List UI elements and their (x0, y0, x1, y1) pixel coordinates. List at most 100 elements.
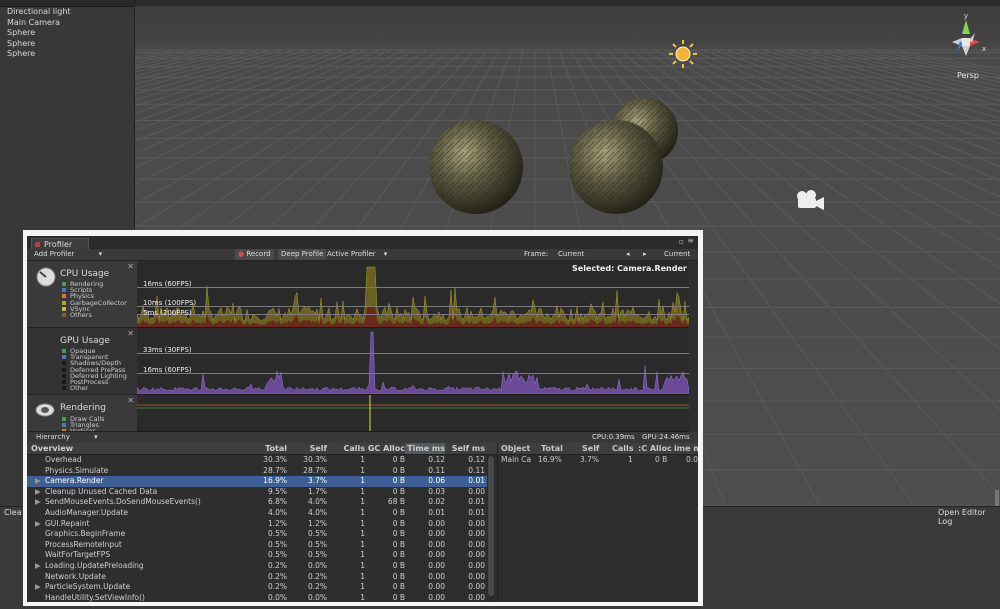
rendering-chart[interactable] (137, 395, 689, 432)
scene-gizmo[interactable]: y x (952, 12, 986, 56)
hierarchy-item[interactable]: Sphere (0, 28, 134, 39)
table-row[interactable]: HandleUtility.SetViewInfo() 0.0% 0.0% 1 0 B 0… (27, 593, 487, 602)
table-row[interactable]: ▶ Camera.Render 16.9% 3.7% 1 0 B 0.06 0.01 (27, 476, 487, 487)
persp-label[interactable]: Persp (957, 71, 979, 80)
row-calls: 1 (360, 508, 365, 517)
col-header-time-ms[interactable]: Time ms (405, 443, 445, 454)
col-header-calls[interactable]: Calls (337, 443, 365, 454)
expand-arrow-icon[interactable]: ▶ (35, 519, 41, 530)
row-time-ms: 0.12 (428, 455, 445, 464)
legend-swatch (62, 300, 66, 305)
cpu-time-readout: CPU:0.39ms (592, 433, 635, 441)
gizmo-axis-y: y (964, 12, 968, 20)
row-total: 9.5% (267, 486, 287, 496)
active-profiler-dropdown[interactable]: Active Profiler ▾ (324, 249, 390, 260)
object-row[interactable]: Main Ca 16.9% 3.7% 1 0 B 0.0 (498, 455, 698, 466)
expand-arrow-icon[interactable]: ▶ (35, 561, 41, 572)
row-gc-alloc: 0 B (392, 582, 405, 592)
table-row[interactable]: AudioManager.Update 4.0% 4.0% 1 0 B 0.01 0.01 (27, 508, 487, 519)
open-editor-log-button[interactable]: Open Editor Log (938, 508, 1000, 526)
close-icon[interactable]: ✕ (127, 262, 134, 271)
rendering-graph (137, 395, 689, 431)
legend-item[interactable]: Others (62, 312, 92, 318)
row-total: 6.8% (267, 497, 287, 507)
table-row[interactable]: WaitForTargetFPS 0.5% 0.5% 1 0 B 0.00 0.00 (27, 550, 487, 561)
prev-frame-button[interactable]: ◂ (623, 249, 633, 260)
col-header-calls[interactable]: Calls (612, 443, 634, 454)
col-header-self[interactable]: Self (297, 443, 327, 454)
expand-arrow-icon[interactable]: ▶ (35, 476, 41, 487)
row-name: WaitForTargetFPS (45, 550, 111, 560)
row-total: 0.0% (267, 592, 287, 602)
cpu-ref-line (137, 287, 689, 288)
col-header-gc-alloc[interactable]: GC Alloc (365, 443, 405, 454)
close-icon[interactable]: ✕ (127, 329, 134, 338)
col-header-total[interactable]: Total (541, 443, 563, 454)
col-header-gc-alloc[interactable]: :C Alloc (638, 443, 672, 454)
table-row[interactable]: Graphics.BeginFrame 0.5% 0.5% 1 0 B 0.00 0.00 (27, 529, 487, 540)
window-close-icon[interactable]: ≡ (687, 236, 694, 245)
tab-profiler[interactable]: Profiler (31, 238, 89, 249)
table-row[interactable]: ▶ Loading.UpdatePreloading 0.2% 0.0% 1 0 B 0.0… (27, 561, 487, 572)
hierarchy-mode-dropdown[interactable]: Hierarchy ▾ (33, 432, 101, 443)
gpu-ref-label-60fps: 16ms (60FPS) (143, 366, 192, 374)
col-header-self[interactable]: Self (582, 443, 599, 454)
object-total: 16.9% (538, 455, 562, 464)
cpu-usage-label-panel[interactable]: CPU Usage ✕ Rendering Scripts Physics Garba… (27, 261, 137, 328)
rendering-label-panel[interactable]: Rendering ✕ Draw CallsTrianglesVertices (27, 395, 137, 432)
chevron-down-icon: ▾ (383, 250, 388, 258)
object-time: 0.0 (686, 455, 698, 464)
row-total: 0.5% (267, 550, 287, 560)
hierarchy-item[interactable]: Directional light (0, 7, 134, 18)
record-toggle[interactable]: ● Record (235, 249, 274, 260)
clear-button[interactable]: Clea (4, 508, 22, 517)
row-self-ms: 0.12 (468, 455, 485, 464)
legend-item[interactable]: Vertices (62, 428, 96, 431)
hierarchy-item[interactable]: Sphere (0, 39, 134, 50)
row-total: 0.5% (267, 529, 287, 539)
object-self: 3.7% (580, 455, 600, 464)
deep-profile-toggle[interactable]: Deep Profile (278, 249, 327, 260)
current-frame-button[interactable]: Current (661, 249, 693, 260)
col-header-time-ms[interactable]: ime m (674, 443, 698, 454)
row-name: ParticleSystem.Update (45, 582, 131, 592)
row-gc-alloc: 0 B (392, 571, 405, 581)
row-self: 1.7% (307, 486, 327, 496)
expand-arrow-icon[interactable]: ▶ (35, 487, 41, 498)
sphere-object[interactable] (429, 120, 523, 214)
legend-swatch (62, 288, 66, 293)
hierarchy-item[interactable]: Sphere (0, 49, 134, 60)
hierarchy-item[interactable]: Main Camera (0, 18, 134, 29)
row-calls: 1 (360, 497, 365, 507)
row-calls: 1 (360, 455, 365, 464)
table-row[interactable]: ▶ Cleanup Unused Cached Data 9.5% 1.7% 1 0 B 0… (27, 487, 487, 498)
add-profiler-dropdown[interactable]: Add Profiler ▾ (31, 249, 105, 260)
table-row[interactable]: ▶ SendMouseEvents.DoSendMouseEvents() 6.8%… (27, 497, 487, 508)
row-gc-alloc: 0 B (392, 455, 405, 464)
expand-arrow-icon[interactable]: ▶ (35, 497, 41, 508)
table-scrollbar-thumb[interactable] (488, 456, 494, 596)
col-header-total[interactable]: Total (255, 443, 287, 454)
table-row[interactable]: Network.Update 0.2% 0.2% 1 0 B 0.00 0.00 (27, 572, 487, 583)
legend-item[interactable]: Other (62, 385, 88, 391)
camera-icon[interactable] (797, 190, 824, 210)
table-row[interactable]: Overhead 30.3% 30.3% 1 0 B 0.12 0.12 (27, 455, 487, 466)
col-header-overview[interactable]: Overview (31, 443, 73, 454)
table-row[interactable]: Physics.Simulate 28.7% 28.7% 1 0 B 0.11 0.11 (27, 466, 487, 477)
table-row[interactable]: ▶ ParticleSystem.Update 0.2% 0.2% 1 0 B 0.00 0.… (27, 582, 487, 593)
col-header-object[interactable]: Object (501, 443, 530, 454)
row-gc-alloc: 0 B (392, 508, 405, 517)
gpu-ref-label-30fps: 33ms (30FPS) (143, 346, 192, 354)
legend-label: Others (70, 311, 92, 319)
gpu-usage-chart[interactable]: 33ms (30FPS) 16ms (60FPS) (137, 328, 689, 395)
next-frame-button[interactable]: ▸ (640, 249, 650, 260)
sun-icon[interactable] (669, 40, 697, 68)
table-row[interactable]: ProcessRemoteInput 0.5% 0.5% 1 0 B 0.00 0.00 (27, 540, 487, 551)
table-row[interactable]: ▶ GUI.Repaint 1.2% 1.2% 1 0 B 0.00 0.00 (27, 519, 487, 530)
col-header-self-ms[interactable]: Self ms (447, 443, 485, 454)
sphere-object[interactable] (569, 120, 663, 214)
window-menu-icon[interactable]: ▫ (679, 237, 684, 246)
gpu-usage-label-panel[interactable]: GPU Usage ✕ Opaque Transparent Shadows/Dep… (27, 328, 137, 395)
expand-arrow-icon[interactable]: ▶ (35, 582, 41, 593)
gpu-ref-line (137, 353, 689, 354)
